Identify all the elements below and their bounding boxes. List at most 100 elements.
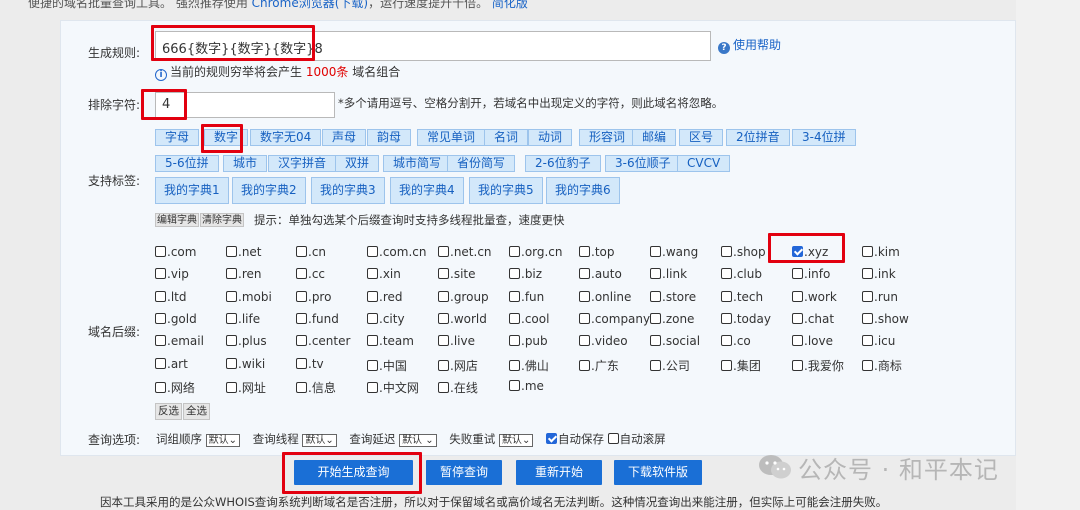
checkbox-icon[interactable] xyxy=(579,246,590,257)
checkbox-icon[interactable] xyxy=(438,359,449,371)
tag-button[interactable]: 2位拼音 xyxy=(726,129,790,146)
suffix-checkbox[interactable]: .ren xyxy=(226,267,261,281)
checkbox-icon[interactable] xyxy=(579,335,590,347)
checkbox-icon[interactable] xyxy=(226,290,237,302)
checkbox-icon[interactable] xyxy=(367,335,378,347)
suffix-checkbox[interactable]: .life xyxy=(226,312,260,326)
suffix-checkbox[interactable]: .pro xyxy=(296,290,331,304)
suffix-checkbox[interactable]: .在线 xyxy=(438,379,478,396)
suffix-checkbox[interactable]: .集团 xyxy=(721,357,761,374)
checkbox-icon[interactable] xyxy=(862,246,873,257)
suffix-checkbox[interactable]: .net xyxy=(226,245,262,259)
checkbox-icon[interactable] xyxy=(438,268,449,280)
checkbox-icon[interactable] xyxy=(438,381,449,393)
suffix-checkbox[interactable]: .world xyxy=(438,312,487,326)
suffix-checkbox[interactable]: .kim xyxy=(862,245,900,259)
suffix-checkbox[interactable]: .team xyxy=(367,334,414,348)
suffix-checkbox[interactable]: .co xyxy=(721,334,751,348)
checkbox-icon[interactable] xyxy=(509,312,520,324)
tag-button[interactable]: 5-6位拼 xyxy=(155,155,219,172)
checkbox-icon[interactable] xyxy=(792,312,803,324)
checkbox-icon[interactable] xyxy=(155,357,166,369)
suffix-checkbox[interactable]: .info xyxy=(792,267,830,281)
suffix-checkbox[interactable]: .run xyxy=(862,290,898,304)
tag-button[interactable]: 城市简写 xyxy=(383,155,452,172)
suffix-checkbox[interactable]: .art xyxy=(155,357,188,371)
checkbox-icon[interactable] xyxy=(296,357,307,369)
checkbox-icon[interactable] xyxy=(792,335,803,347)
simple-version-link[interactable]: 简化版 xyxy=(492,0,528,10)
dict-button[interactable]: 我的字典4 xyxy=(390,177,464,204)
checkbox-icon[interactable] xyxy=(650,359,661,371)
checkbox-icon[interactable] xyxy=(438,335,449,347)
checkbox-icon[interactable] xyxy=(226,357,237,369)
suffix-checkbox[interactable]: .city xyxy=(367,312,405,326)
suffix-checkbox[interactable]: .net.cn xyxy=(438,245,492,259)
checkbox-icon[interactable] xyxy=(792,359,803,371)
tag-button[interactable]: 汉字拼音 xyxy=(268,155,337,172)
suffix-checkbox[interactable]: .wang xyxy=(650,245,698,259)
checkbox-icon[interactable] xyxy=(862,312,873,324)
suffix-checkbox[interactable]: .xin xyxy=(367,267,401,281)
checkbox-icon[interactable] xyxy=(367,312,378,324)
checkbox-icon[interactable] xyxy=(721,268,732,280)
checkbox-icon[interactable] xyxy=(367,268,378,280)
suffix-checkbox[interactable]: .today xyxy=(721,312,771,326)
suffix-checkbox[interactable]: .mobi xyxy=(226,290,272,304)
suffix-checkbox[interactable]: .top xyxy=(579,245,614,259)
suffix-checkbox[interactable]: .me xyxy=(509,379,544,393)
checkbox-icon[interactable] xyxy=(509,359,520,371)
suffix-checkbox[interactable]: .com.cn xyxy=(367,245,426,259)
suffix-checkbox[interactable]: .club xyxy=(721,267,762,281)
tag-button[interactable]: CVCV xyxy=(677,155,731,172)
checkbox-icon[interactable] xyxy=(721,312,732,324)
suffix-checkbox[interactable]: .show xyxy=(862,312,909,326)
suffix-checkbox[interactable]: .live xyxy=(438,334,475,348)
suffix-checkbox[interactable]: .ink xyxy=(862,267,896,281)
delay-select[interactable]: 默认 ⌄ xyxy=(399,434,437,447)
suffix-checkbox[interactable]: .cc xyxy=(296,267,325,281)
checkbox-icon[interactable] xyxy=(367,381,378,393)
suffix-checkbox[interactable]: .cn xyxy=(296,245,326,259)
pause-button[interactable]: 暂停查询 xyxy=(426,460,502,485)
suffix-checkbox[interactable]: .我爱你 xyxy=(792,357,844,374)
dict-button[interactable]: 我的字典1 xyxy=(155,177,229,204)
threads-select[interactable]: 默认⌄ xyxy=(302,434,337,447)
suffix-checkbox[interactable]: .group xyxy=(438,290,489,304)
autoscroll-checkbox[interactable]: 自动滚屏 xyxy=(607,432,666,446)
checkbox-icon[interactable] xyxy=(155,381,166,393)
checkbox-icon[interactable] xyxy=(155,268,166,280)
suffix-checkbox[interactable]: .vip xyxy=(155,267,189,281)
checkbox-icon[interactable] xyxy=(862,359,873,371)
checkbox-icon[interactable] xyxy=(650,290,661,302)
checkbox-icon[interactable] xyxy=(721,335,732,347)
suffix-checkbox[interactable]: .中国 xyxy=(367,357,407,374)
dict-button[interactable]: 我的字典2 xyxy=(232,177,306,204)
tag-button[interactable]: 声母 xyxy=(322,129,367,146)
suffix-checkbox[interactable]: .auto xyxy=(579,267,622,281)
tag-button[interactable]: 区号 xyxy=(679,129,724,146)
checkbox-icon[interactable] xyxy=(509,246,520,257)
checkbox-icon[interactable] xyxy=(579,290,590,302)
suffix-checkbox[interactable]: .plus xyxy=(226,334,267,348)
checkbox-icon[interactable] xyxy=(155,312,166,324)
suffix-checkbox[interactable]: .org.cn xyxy=(509,245,563,259)
suffix-checkbox[interactable]: .com xyxy=(155,245,196,259)
tag-button[interactable]: 形容词 xyxy=(579,129,636,146)
clear-dict-button[interactable]: 清除字典 xyxy=(200,213,244,227)
checkbox-icon[interactable] xyxy=(296,381,307,393)
checkbox-icon[interactable] xyxy=(226,335,237,347)
suffix-checkbox[interactable]: .center xyxy=(296,334,350,348)
checkbox-icon[interactable] xyxy=(862,335,873,347)
checkbox-icon[interactable] xyxy=(226,268,237,280)
checkbox-icon[interactable] xyxy=(862,268,873,280)
chrome-download-link[interactable]: Chrome浏览器(下载) xyxy=(252,0,368,10)
suffix-checkbox[interactable]: .网址 xyxy=(226,379,266,396)
order-select[interactable]: 默认⌄ xyxy=(205,434,241,447)
suffix-checkbox[interactable]: .网店 xyxy=(438,357,478,374)
select-all-button[interactable]: 全选 xyxy=(183,403,210,420)
checkbox-icon[interactable] xyxy=(721,246,732,257)
tag-button[interactable]: 3-4位拼 xyxy=(792,129,856,146)
suffix-checkbox[interactable]: .online xyxy=(579,290,631,304)
suffix-checkbox[interactable]: .tech xyxy=(721,290,763,304)
